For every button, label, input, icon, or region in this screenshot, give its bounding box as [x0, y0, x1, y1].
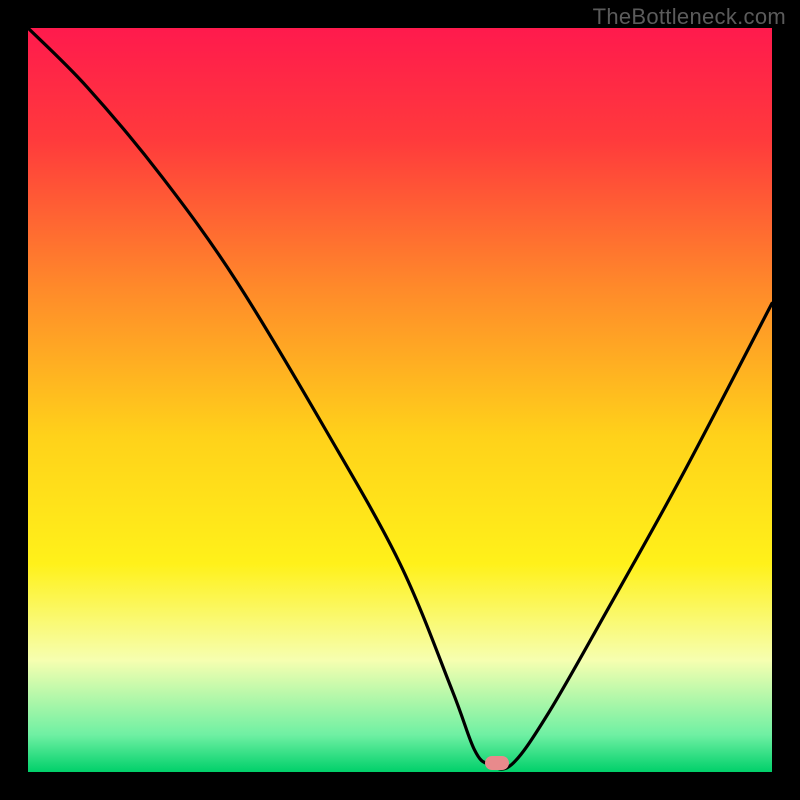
chart-frame: TheBottleneck.com	[0, 0, 800, 800]
bottleneck-chart	[28, 28, 772, 772]
watermark-text: TheBottleneck.com	[593, 4, 786, 30]
optimal-point-marker	[485, 756, 509, 770]
gradient-bg	[28, 28, 772, 772]
